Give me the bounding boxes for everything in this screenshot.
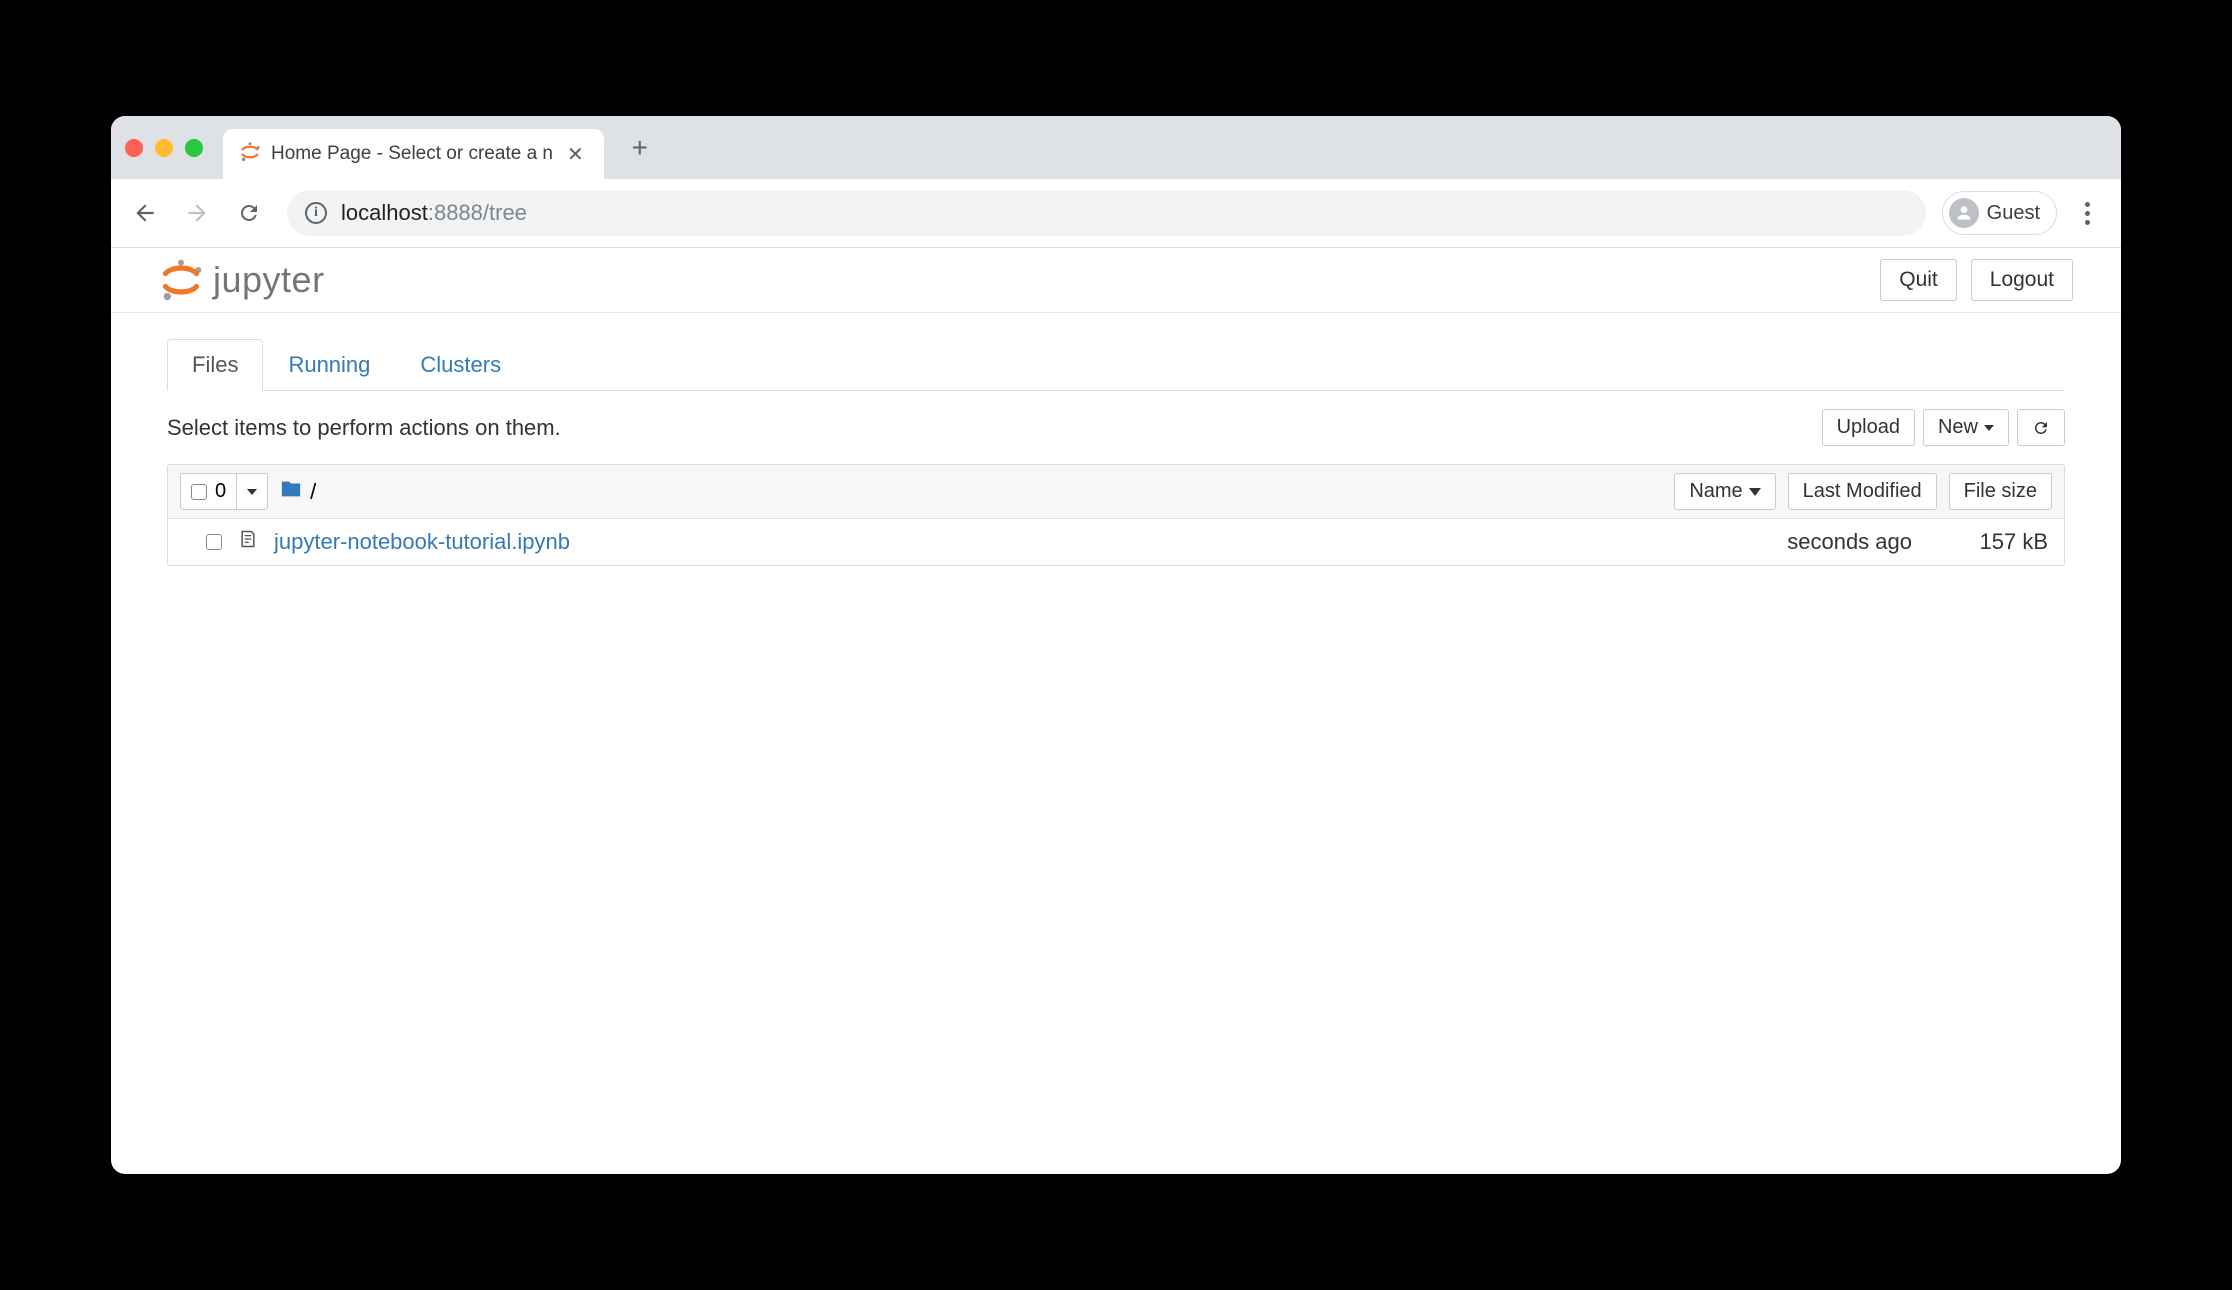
browser-tab[interactable]: Home Page - Select or create a n ✕ [223, 129, 604, 179]
tab-title: Home Page - Select or create a n [271, 143, 553, 165]
tab-running[interactable]: Running [263, 339, 395, 391]
jupyter-logo-text: jupyter [213, 259, 325, 301]
row-checkbox[interactable] [206, 534, 222, 550]
jupyter-favicon-icon [239, 141, 261, 168]
select-menu-toggle[interactable] [237, 474, 267, 509]
toolbar-row: Select items to perform actions on them.… [167, 409, 2065, 446]
select-all-group: 0 [180, 473, 268, 510]
file-link[interactable]: jupyter-notebook-tutorial.ipynb [274, 529, 570, 555]
tab-files[interactable]: Files [167, 339, 263, 391]
refresh-icon [2032, 419, 2050, 437]
folder-icon [280, 478, 302, 506]
quit-button[interactable]: Quit [1880, 259, 1957, 301]
maximize-window-button[interactable] [185, 139, 203, 157]
select-all-checkbox[interactable]: 0 [181, 474, 237, 509]
browser-window: Home Page - Select or create a n ✕ + i l… [111, 116, 2121, 1174]
refresh-icon [237, 201, 261, 225]
arrow-left-icon [132, 200, 158, 226]
profile-button[interactable]: Guest [1942, 191, 2057, 235]
window-controls [125, 139, 203, 157]
tab-clusters[interactable]: Clusters [395, 339, 526, 391]
sort-modified-button[interactable]: Last Modified [1788, 473, 1937, 510]
sort-arrow-down-icon [1749, 488, 1761, 496]
logout-button[interactable]: Logout [1971, 259, 2073, 301]
close-tab-button[interactable]: ✕ [563, 138, 588, 171]
instruction-text: Select items to perform actions on them. [167, 415, 561, 441]
new-label: New [1938, 416, 1978, 439]
header-actions: Quit Logout [1880, 259, 2073, 301]
breadcrumb-root: / [310, 479, 316, 505]
breadcrumb[interactable]: / [280, 478, 316, 506]
forward-button[interactable] [175, 191, 219, 235]
file-list-header: 0 / Name Last M [168, 465, 2064, 519]
sort-name-button[interactable]: Name [1674, 473, 1775, 510]
jupyter-logo[interactable]: jupyter [159, 258, 325, 302]
url-host: localhost [341, 200, 428, 225]
caret-down-icon [1984, 425, 1994, 431]
upload-button[interactable]: Upload [1822, 409, 1915, 446]
chrome-tab-strip: Home Page - Select or create a n ✕ + [111, 116, 2121, 179]
file-modified: seconds ago [1722, 529, 1912, 555]
selected-count: 0 [215, 480, 226, 503]
arrow-right-icon [184, 200, 210, 226]
new-dropdown-button[interactable]: New [1923, 409, 2009, 446]
url-text: localhost:8888/tree [341, 200, 527, 226]
new-tab-button[interactable]: + [622, 130, 658, 166]
checkbox-icon [191, 484, 207, 500]
jupyter-tabs: Files Running Clusters [167, 339, 2065, 391]
refresh-list-button[interactable] [2017, 409, 2065, 446]
chrome-menu-button[interactable] [2065, 191, 2109, 235]
close-window-button[interactable] [125, 139, 143, 157]
avatar-icon [1949, 198, 1979, 228]
file-size: 157 kB [1928, 529, 2048, 555]
site-info-icon[interactable]: i [305, 202, 327, 224]
back-button[interactable] [123, 191, 167, 235]
chrome-toolbar: i localhost:8888/tree Guest [111, 179, 2121, 248]
file-row: jupyter-notebook-tutorial.ipynb seconds … [168, 519, 2064, 565]
url-path: :8888/tree [428, 200, 527, 225]
profile-label: Guest [1987, 202, 2040, 225]
col-name-label: Name [1689, 480, 1742, 503]
reload-button[interactable] [227, 191, 271, 235]
address-bar[interactable]: i localhost:8888/tree [287, 190, 1926, 236]
file-list-panel: 0 / Name Last M [167, 464, 2065, 566]
caret-down-icon [247, 489, 257, 495]
col-size-label: File size [1964, 480, 2037, 503]
sort-size-button[interactable]: File size [1949, 473, 2052, 510]
right-tools: Upload New [1822, 409, 2065, 446]
minimize-window-button[interactable] [155, 139, 173, 157]
notebook-icon [238, 529, 258, 555]
col-modified-label: Last Modified [1803, 480, 1922, 503]
jupyter-main: Files Running Clusters Select items to p… [111, 313, 2121, 582]
jupyter-header: jupyter Quit Logout [111, 248, 2121, 313]
jupyter-logo-icon [159, 258, 203, 302]
